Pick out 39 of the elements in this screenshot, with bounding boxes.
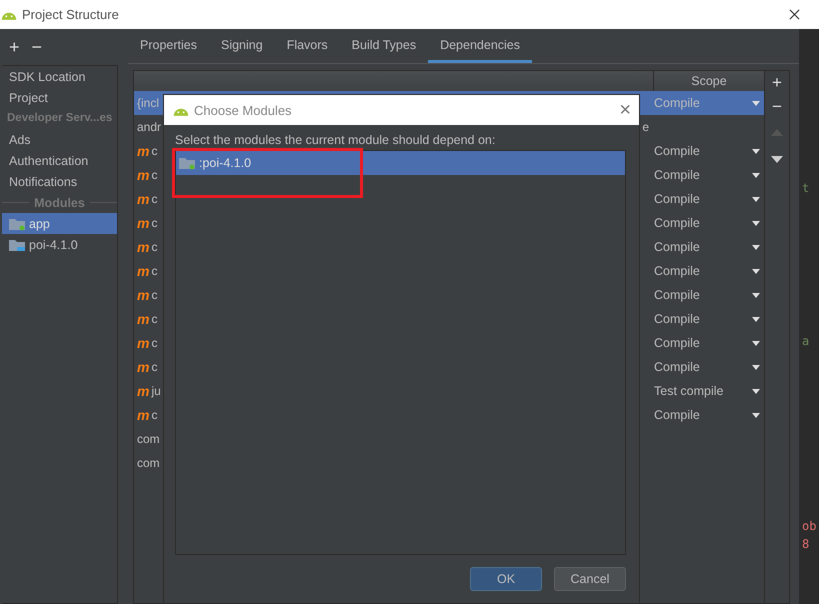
dialog-title: Choose Modules <box>194 102 292 118</box>
table-cell: ju <box>151 384 161 398</box>
table-cell: c <box>151 240 158 254</box>
table-cell: e <box>642 120 649 134</box>
table-cell: com <box>137 432 160 446</box>
maven-icon: m <box>137 215 150 231</box>
table-cell: c <box>151 264 158 278</box>
section-header: Modules <box>29 196 90 210</box>
maven-icon: m <box>137 407 150 423</box>
table-cell: {incl <box>137 96 160 110</box>
maven-icon: m <box>137 239 150 255</box>
table-cell: c <box>151 168 158 182</box>
column-header: Scope <box>690 73 728 90</box>
table-cell: andr <box>137 120 162 134</box>
maven-icon: m <box>137 263 150 279</box>
table-cell: c <box>151 336 158 350</box>
maven-icon: m <box>137 143 150 159</box>
code-fragment: 8 <box>802 537 810 551</box>
table-cell: c <box>151 144 158 158</box>
maven-icon: m <box>137 311 150 327</box>
code-fragment: t <box>802 181 810 195</box>
window-title: Project Structure <box>22 7 119 22</box>
table-cell: c <box>151 408 158 422</box>
maven-icon: m <box>137 167 150 183</box>
code-fragment: ob <box>802 519 816 533</box>
table-cell: c <box>151 288 158 302</box>
table-cell: c <box>151 312 158 326</box>
maven-icon: m <box>137 359 150 375</box>
code-fragment: a <box>802 334 810 348</box>
instruction-text: Select the modules the current module should depend on: <box>175 133 496 147</box>
section-header: Developer Serv...es <box>6 111 114 126</box>
maven-icon: m <box>137 191 150 207</box>
table-cell: c <box>151 216 158 230</box>
table-cell: c <box>151 360 158 374</box>
maven-icon: m <box>137 335 150 351</box>
maven-icon: m <box>137 383 150 399</box>
maven-icon: m <box>137 287 150 303</box>
table-cell: com <box>137 456 160 470</box>
table-cell: c <box>151 192 158 206</box>
